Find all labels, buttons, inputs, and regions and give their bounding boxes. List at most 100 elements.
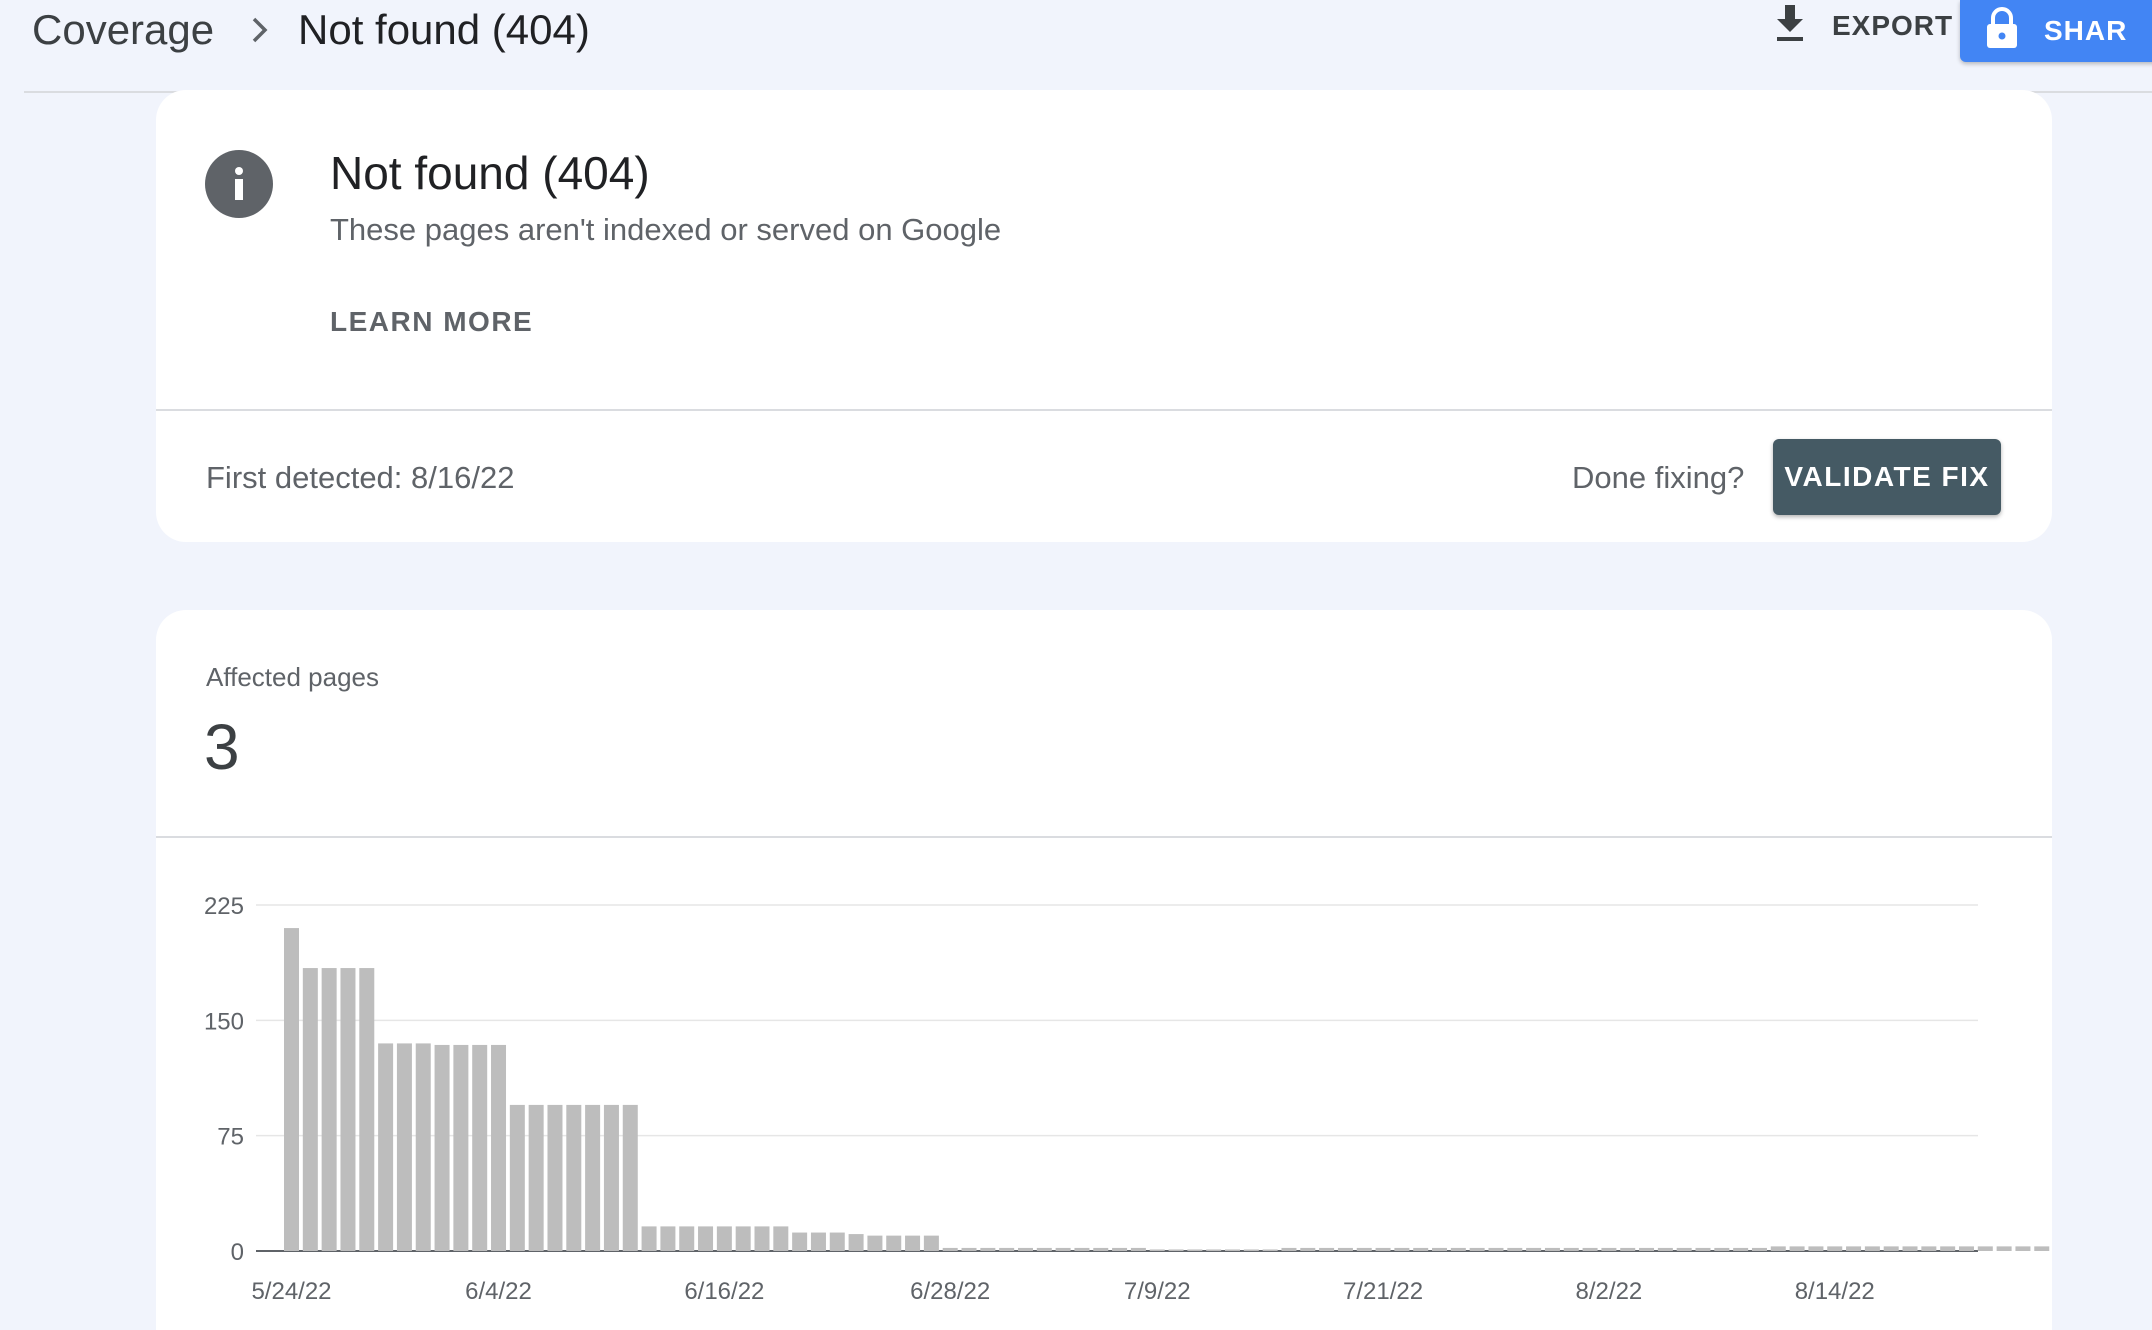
chart-bar — [980, 1247, 996, 1251]
chart-bar — [284, 928, 299, 1251]
chart-bar — [1074, 1247, 1090, 1251]
chart-bar — [1695, 1247, 1711, 1251]
affected-pages-chart: 0 75 150 225 5/24/22 6/4/22 6/16/22 6/28/22 7/9/… — [204, 893, 2050, 1305]
lock-icon — [1960, 6, 2044, 57]
chart-bar — [810, 1232, 826, 1251]
chart-bar — [1563, 1247, 1579, 1251]
chart-bar — [886, 1235, 902, 1251]
chart-bar — [396, 1043, 412, 1251]
share-button[interactable]: SHAR — [1960, 0, 2152, 62]
chart-bar — [1093, 1247, 1109, 1251]
info-icon — [205, 150, 273, 218]
x-tick-label: 6/4/22 — [465, 1278, 532, 1305]
chart-bar — [1996, 1246, 2012, 1251]
chart-bar — [1149, 1249, 1165, 1251]
chart-bar — [641, 1226, 657, 1251]
chart-bar — [453, 1044, 469, 1251]
chart-bar — [2034, 1246, 2050, 1251]
chart-bar — [1883, 1246, 1899, 1251]
top-bar: Coverage Not found (404) EXPORT — [24, 0, 2152, 93]
chart-bar — [867, 1235, 883, 1251]
chart-bar — [1432, 1247, 1448, 1251]
x-tick-label: 5/24/22 — [251, 1278, 331, 1305]
chart-bar — [1225, 1249, 1240, 1251]
chart-bar — [1808, 1246, 1824, 1251]
chart-bar — [622, 1104, 638, 1251]
chart-bar — [1394, 1247, 1410, 1251]
chart-bar — [1055, 1247, 1071, 1251]
chart-bar — [1714, 1247, 1730, 1251]
chevron-right-icon — [248, 4, 272, 56]
share-label: SHAR — [2044, 15, 2128, 46]
page-title: Not found (404) — [298, 6, 590, 53]
affected-pages-count: 3 — [204, 711, 240, 783]
chart-bar — [1488, 1247, 1504, 1251]
chart-bar — [1319, 1247, 1335, 1251]
chart-bar — [1526, 1247, 1542, 1251]
chart-bar — [1940, 1246, 1956, 1251]
export-button[interactable]: EXPORT — [1774, 0, 1953, 52]
chart-bar — [1582, 1247, 1598, 1251]
chart-bar — [754, 1226, 770, 1251]
chart-bar — [848, 1234, 864, 1251]
chart-bar — [472, 1044, 488, 1251]
chart-bar — [603, 1104, 619, 1251]
chart-bar — [735, 1226, 751, 1251]
chart-bar — [1789, 1246, 1805, 1251]
y-tick-label: 75 — [217, 1124, 244, 1151]
y-tick-label: 150 — [204, 1008, 244, 1035]
chart-bar — [679, 1226, 695, 1251]
chart-bar — [698, 1226, 714, 1251]
chart-bar — [359, 968, 375, 1251]
chart-bar — [1507, 1247, 1523, 1251]
learn-more-link[interactable]: LEARN MORE — [330, 306, 533, 338]
chart-bar — [1450, 1247, 1466, 1251]
chart-bar — [716, 1226, 732, 1251]
validate-fix-button[interactable]: VALIDATE FIX — [1773, 439, 2001, 515]
chart-bar — [905, 1235, 921, 1251]
chart-bar — [1469, 1247, 1485, 1251]
chart-bar — [1657, 1247, 1673, 1251]
chart-bar — [2015, 1246, 2031, 1251]
chart-bar — [1036, 1247, 1052, 1251]
affected-pages-label: Affected pages — [206, 662, 379, 692]
chart-bar — [434, 1044, 450, 1251]
chart-bar — [660, 1226, 676, 1251]
chart-bar — [1243, 1249, 1259, 1251]
chart-bar — [942, 1247, 958, 1251]
y-tick-label: 0 — [231, 1239, 244, 1266]
chart-bar — [509, 1104, 525, 1251]
chart-bar — [1733, 1247, 1749, 1251]
chart-bar — [792, 1232, 808, 1251]
chart-bar — [1864, 1246, 1880, 1251]
chart-bar — [547, 1104, 563, 1251]
chart-bar — [415, 1043, 431, 1251]
chart-bar — [1112, 1247, 1128, 1251]
chart-bar — [773, 1226, 789, 1251]
chart-bar — [340, 968, 356, 1251]
x-tick-label: 7/9/22 — [1124, 1278, 1191, 1305]
download-icon — [1774, 3, 1832, 50]
chart-bar — [1846, 1246, 1862, 1251]
affected-pages-card: Affected pages 3 0 75 150 225 5/24/22 6/4/22 6… — [156, 610, 2052, 1330]
chart-bar — [1958, 1246, 1974, 1251]
chart-bar — [1130, 1247, 1146, 1251]
chart-bar — [585, 1104, 601, 1251]
chart-bar — [1770, 1246, 1786, 1251]
chart-bar — [378, 1043, 394, 1251]
chart-bar — [1206, 1249, 1222, 1251]
x-tick-label: 8/14/22 — [1795, 1278, 1875, 1305]
chart-bar — [1300, 1247, 1316, 1251]
chart-bar — [1921, 1246, 1937, 1251]
x-tick-label: 6/16/22 — [684, 1278, 764, 1305]
chart-bar — [1337, 1247, 1353, 1251]
x-tick-label: 8/2/22 — [1576, 1278, 1643, 1305]
chart-bar — [1544, 1247, 1560, 1251]
chart-bar — [961, 1247, 977, 1251]
breadcrumb-coverage[interactable]: Coverage — [32, 4, 214, 56]
done-fixing-text: Done fixing? — [1572, 460, 1745, 495]
chart-bar — [923, 1235, 939, 1251]
chart-bar — [1413, 1247, 1429, 1251]
y-tick-label: 225 — [204, 893, 244, 920]
divider — [156, 409, 2052, 411]
